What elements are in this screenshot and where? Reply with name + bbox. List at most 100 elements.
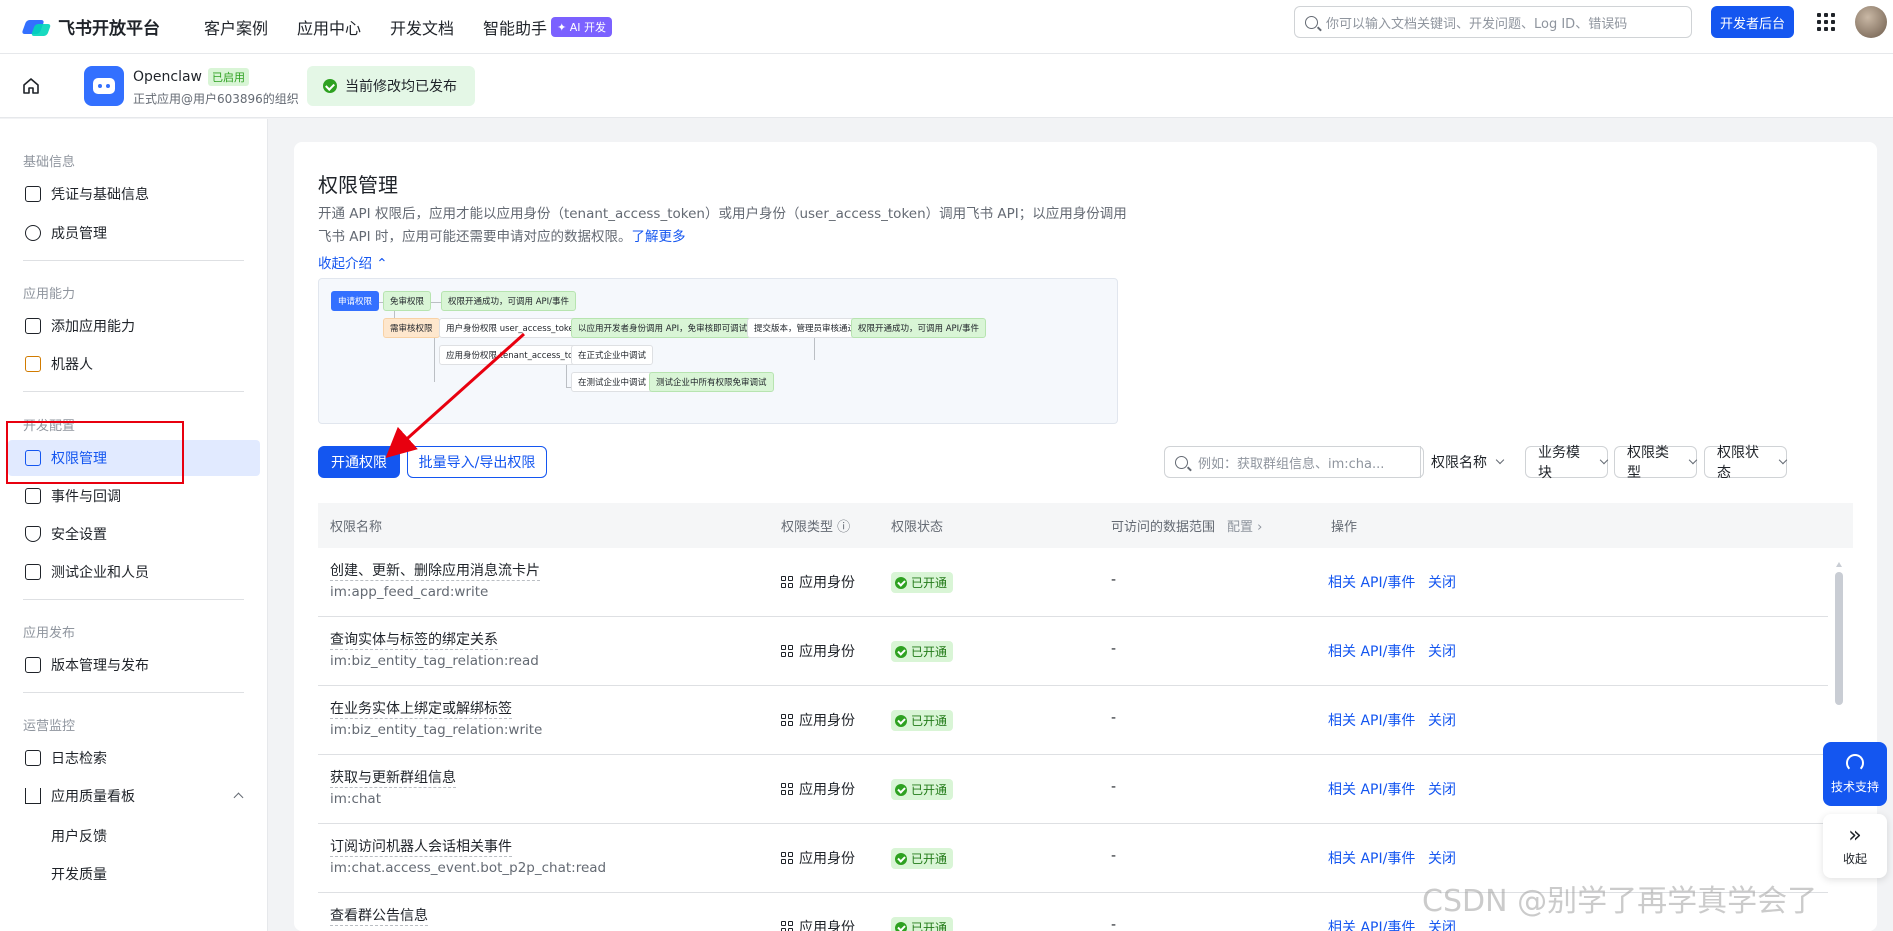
user-avatar[interactable]	[1855, 6, 1887, 38]
status-badge-text: 已开通	[911, 852, 948, 866]
open-permission-button[interactable]: 开通权限	[318, 446, 400, 478]
sidebar-item-add-capability[interactable]: 添加应用能力	[8, 308, 260, 344]
publish-status-text: 当前修改均已发布	[345, 79, 457, 95]
check-circle-icon	[895, 783, 907, 796]
flow-prod-debug: 在正式企业中调试	[571, 345, 654, 365]
main-nav: 客户案例 应用中心 开发文档 智能助手 ✦ AI 开发	[204, 15, 641, 39]
permission-type-text: 应用身份	[799, 782, 855, 798]
double-chevron-right-icon: »	[1848, 822, 1862, 848]
robot-icon	[25, 356, 41, 372]
status-badge-text: 已开通	[911, 645, 948, 659]
permission-scope: -	[1111, 917, 1117, 931]
sidebar-item-security[interactable]: 安全设置	[8, 516, 260, 552]
nav-customer-cases[interactable]: 客户案例	[204, 15, 268, 39]
nav-app-center[interactable]: 应用中心	[297, 15, 361, 39]
related-api-link[interactable]: 相关 API/事件	[1328, 848, 1415, 868]
sidebar-item-log-search[interactable]: 日志检索	[8, 740, 260, 776]
chevron-down-icon	[1688, 455, 1698, 465]
related-api-link[interactable]: 相关 API/事件	[1328, 641, 1415, 661]
tech-support-label: 技术支持	[1830, 779, 1879, 794]
status-badge: 已开通	[891, 641, 954, 662]
permission-type-text: 应用身份	[799, 920, 855, 931]
developer-console-button[interactable]: 开发者后台	[1711, 6, 1794, 38]
close-permission-link[interactable]: 关闭	[1428, 710, 1456, 730]
sidebar-item-credentials[interactable]: 凭证与基础信息	[8, 176, 260, 212]
header-scope: 可访问的数据范围	[1111, 520, 1216, 535]
permission-name[interactable]: 查看群公告信息	[330, 905, 428, 926]
code-icon	[25, 564, 41, 580]
flow-need-review: 需审核权限	[383, 318, 440, 338]
page-description: 开通 API 权限后，应用才能以应用身份（tenant_access_token…	[318, 203, 1138, 249]
annotation-highlight-box	[6, 421, 184, 484]
page-title: 权限管理	[318, 173, 398, 197]
home-icon[interactable]	[22, 78, 40, 94]
close-permission-link[interactable]: 关闭	[1428, 779, 1456, 799]
nav-docs[interactable]: 开发文档	[390, 15, 454, 39]
related-api-link[interactable]: 相关 API/事件	[1328, 917, 1415, 931]
permission-status-dropdown[interactable]: 权限状态	[1704, 445, 1788, 481]
check-circle-icon	[323, 79, 337, 93]
close-permission-link[interactable]: 关闭	[1428, 641, 1456, 661]
scrollbar-thumb[interactable]	[1835, 572, 1843, 705]
app-header: Openclaw 已启用 正式应用@用户603896的组织 当前修改均已发布	[0, 54, 1893, 118]
close-permission-link[interactable]: 关闭	[1428, 848, 1456, 868]
check-circle-icon	[895, 576, 907, 589]
sidebar-item-robot[interactable]: 机器人	[8, 346, 260, 382]
permission-scope: -	[1111, 641, 1117, 657]
permission-name[interactable]: 在业务实体上绑定或解绑标签	[330, 698, 512, 719]
collapse-float-button[interactable]: » 收起	[1823, 814, 1887, 878]
app-identity-icon	[781, 645, 793, 657]
sidebar-subitem-feedback[interactable]: 用户反馈	[51, 826, 107, 846]
sidebar-item-label: 测试企业和人员	[51, 565, 149, 581]
permission-type: 应用身份	[781, 641, 855, 661]
close-permission-link[interactable]: 关闭	[1428, 572, 1456, 592]
sidebar-item-label: 机器人	[51, 357, 93, 373]
chart-icon	[25, 788, 41, 804]
status-badge-text: 已开通	[911, 783, 948, 797]
permission-scope: -	[1111, 572, 1117, 588]
header-scope-config-link[interactable]: 配置 ›	[1227, 516, 1262, 535]
check-circle-icon	[895, 645, 907, 658]
collapse-float-label: 收起	[1842, 851, 1867, 866]
permission-name[interactable]: 查询实体与标签的绑定关系	[330, 629, 498, 650]
sidebar-item-quality-board[interactable]: 应用质量看板	[8, 778, 260, 814]
sidebar-item-versions[interactable]: 版本管理与发布	[8, 647, 260, 683]
collapse-intro-toggle[interactable]: 收起介绍 ⌃	[318, 252, 388, 272]
page-description-text: 开通 API 权限后，应用才能以应用身份（tenant_access_token…	[318, 206, 1127, 245]
business-module-dropdown[interactable]: 业务模块	[1525, 445, 1609, 481]
flow-submit-version: 提交版本，管理员审核通过	[747, 318, 864, 338]
app-identity-icon	[781, 852, 793, 864]
batch-import-export-button[interactable]: 批量导入/导出权限	[407, 446, 547, 478]
related-api-link[interactable]: 相关 API/事件	[1328, 572, 1415, 592]
permission-type-dropdown[interactable]: 权限类型	[1614, 445, 1698, 481]
search-by-select[interactable]: 权限名称	[1420, 446, 1518, 478]
permission-name[interactable]: 订阅访问机器人会话相关事件	[330, 836, 512, 857]
sidebar-subitem-dev-quality[interactable]: 开发质量	[51, 864, 107, 884]
permission-name[interactable]: 获取与更新群组信息	[330, 767, 456, 788]
tech-support-button[interactable]: 技术支持	[1823, 742, 1887, 806]
related-api-link[interactable]: 相关 API/事件	[1328, 779, 1415, 799]
app-name: Openclaw	[133, 69, 203, 85]
table-row: 创建、更新、删除应用消息流卡片 im:app_feed_card:write 应用身…	[318, 548, 1828, 617]
related-api-link[interactable]: 相关 API/事件	[1328, 710, 1415, 730]
permission-type: 应用身份	[781, 917, 855, 931]
status-badge: 已开通	[891, 917, 954, 931]
status-badge: 已开通	[891, 848, 954, 869]
nav-ai-assistant[interactable]: 智能助手 ✦ AI 开发	[483, 15, 613, 39]
sidebar-item-test-enterprise[interactable]: 测试企业和人员	[8, 554, 260, 590]
sidebar-item-label: 凭证与基础信息	[51, 187, 149, 203]
credential-icon	[25, 186, 41, 202]
app-launcher-grid-icon[interactable]	[1817, 13, 1835, 31]
permission-search-input[interactable]: 例如：获取群组信息、im:cha... 权限名称	[1164, 446, 1505, 478]
chevron-up-icon[interactable]	[233, 792, 244, 803]
permission-name[interactable]: 创建、更新、删除应用消息流卡片	[330, 560, 540, 581]
permission-table-header: 权限名称 权限类型 ⓘ 权限状态 可访问的数据范围 配置 › 操作	[318, 503, 1853, 548]
scroll-up-arrow-icon[interactable]	[1836, 562, 1842, 567]
learn-more-link[interactable]: 了解更多	[631, 229, 685, 245]
sidebar-item-members[interactable]: 成员管理	[8, 215, 260, 251]
global-search-input[interactable]: 你可以输入文档关键词、开发问题、Log ID、错误码	[1294, 6, 1692, 38]
app-identity-icon	[781, 576, 793, 588]
flow-opened-1: 权限开通成功，可调用 API/事件	[441, 291, 577, 311]
platform-logo[interactable]: 飞书开放平台	[24, 14, 160, 39]
apps-grid-icon	[25, 318, 41, 334]
